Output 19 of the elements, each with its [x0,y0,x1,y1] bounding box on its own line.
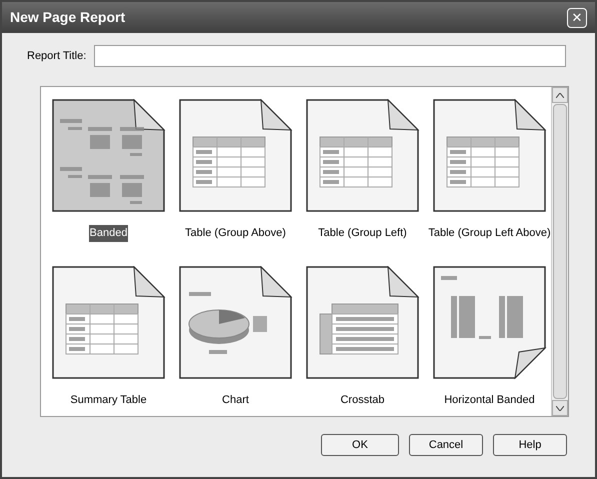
template-label[interactable]: Summary Table [69,392,148,408]
close-button[interactable]: ✕ [567,8,587,28]
template-label[interactable]: Crosstab [339,392,386,408]
template-label[interactable]: Table (Group Left) [317,225,408,242]
dialog-button[interactable]: OK [321,434,399,456]
template-label[interactable]: Banded [88,225,128,242]
window-title: New Page Report [10,8,126,27]
template-label[interactable]: Table (Group Above) [184,225,287,242]
report-title-label: Report Title: [27,48,86,64]
template-label[interactable]: Horizontal Banded [443,392,536,408]
dialog-button[interactable]: Help [493,434,567,456]
scroll-thumb[interactable] [553,104,567,399]
template-label[interactable]: Table (Group Left Above) [427,225,552,242]
scroll-down-icon[interactable] [556,406,564,410]
dialog-button[interactable]: Cancel [409,434,483,456]
report-title-field[interactable] [94,45,566,67]
template-label[interactable]: Chart [221,392,250,408]
scroll-up-icon[interactable] [556,92,564,98]
scrollbar[interactable] [551,87,568,416]
